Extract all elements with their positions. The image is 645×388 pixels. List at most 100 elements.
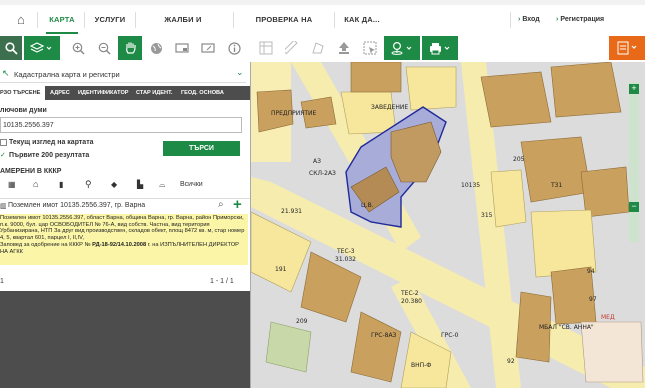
filter-icons: ▦ ⌂ ▮ ⚲ ◆ ▙ ⌓ Всички bbox=[8, 179, 248, 192]
zoom-minus-button[interactable]: − bbox=[629, 202, 639, 212]
map-label: 20.380 bbox=[401, 298, 422, 305]
map-label: 31.032 bbox=[335, 256, 356, 263]
nav-divider bbox=[84, 12, 85, 28]
tab-geodetic-base[interactable]: ГЕОД. ОСНОВА bbox=[181, 90, 224, 96]
login-label: Вход bbox=[522, 16, 540, 23]
map-label: 191 bbox=[275, 266, 287, 273]
nav-divider bbox=[334, 12, 335, 28]
panel-footer bbox=[0, 291, 250, 388]
search-icon[interactable] bbox=[0, 36, 22, 60]
layer-dropdown-label: Кадастрална карта и регистри bbox=[14, 70, 120, 79]
map-label: 209 bbox=[296, 318, 308, 325]
map-label: ЗАВЕДЕНИЕ bbox=[371, 104, 409, 111]
login-link[interactable]: › Вход bbox=[518, 5, 540, 34]
zoom-to-result-icon[interactable]: ⌕ bbox=[218, 199, 224, 210]
home-icon[interactable]: ⌂ bbox=[8, 5, 34, 34]
ruler-icon[interactable] bbox=[280, 36, 304, 60]
map-label: 94 bbox=[587, 268, 595, 275]
chevron-right-icon: › bbox=[556, 16, 559, 23]
print-icon[interactable] bbox=[422, 36, 458, 60]
polygon-filter-icon[interactable]: ⌓ bbox=[159, 180, 165, 190]
page-range: 1 - 1 / 1 bbox=[210, 278, 234, 285]
window-ext-icon[interactable] bbox=[196, 36, 220, 60]
map-label: Ц.В. bbox=[361, 202, 374, 209]
result-grid-icon: ▥ bbox=[0, 203, 7, 210]
pin-filter-icon[interactable]: ⚲ bbox=[85, 179, 92, 190]
map-label: ПРЕДПРИЯТИЕ bbox=[271, 110, 317, 117]
page-number: 1 bbox=[0, 278, 4, 285]
found-title: АМЕРЕНИ В КККР bbox=[0, 168, 62, 175]
tab-address[interactable]: АДРЕС bbox=[50, 90, 70, 96]
nav-divider bbox=[37, 12, 38, 28]
layer-dropdown[interactable]: ↖ Кадастрална карта и регистри ⌄ bbox=[0, 66, 246, 83]
nav-tab-services[interactable]: УСЛУГИ bbox=[90, 5, 130, 34]
location-icon[interactable] bbox=[384, 36, 420, 60]
current-view-checkbox[interactable] bbox=[0, 139, 7, 146]
select-icon[interactable] bbox=[358, 36, 382, 60]
grid-icon[interactable] bbox=[254, 36, 278, 60]
nav-tab-how-to[interactable]: КАК ДА... bbox=[340, 5, 384, 34]
map-toolbar bbox=[0, 34, 645, 63]
nav-tab-status-check[interactable]: ПРОВЕРКА НА СТАТУС bbox=[240, 5, 328, 54]
menu-icon[interactable] bbox=[609, 36, 645, 60]
map-label: ТЕС-3 bbox=[337, 248, 355, 255]
nav-divider bbox=[233, 12, 234, 28]
chevron-right-icon: › bbox=[518, 16, 521, 23]
first-200-label: Първите 200 резултата bbox=[9, 152, 90, 159]
result-description: Поземлен имот 10135.2556.397, област Вар… bbox=[0, 215, 245, 242]
map-label: Т31 bbox=[551, 182, 563, 189]
result-order-prefix: Заповед за одобрение на КККР № bbox=[0, 241, 93, 248]
window-icon[interactable] bbox=[170, 36, 194, 60]
map-label: 92 bbox=[507, 358, 515, 365]
map-label: 21.931 bbox=[281, 208, 302, 215]
current-view-label: Текущ изглед на картата bbox=[9, 139, 94, 146]
tab-free-search[interactable]: РЗО ТЪРСЕНЕ bbox=[0, 90, 40, 96]
map-label: 315 bbox=[481, 212, 493, 219]
house-filter-icon[interactable]: ⌂ bbox=[33, 179, 38, 189]
cadastral-map[interactable]: ПРЕДПРИЯТИЕ ЗАВЕДЕНИЕ АЗ СКЛ-2АЗ 205 101… bbox=[251, 62, 645, 388]
search-button[interactable]: ТЪРСИ bbox=[163, 141, 240, 156]
zoom-out-icon[interactable] bbox=[92, 36, 116, 60]
map-label: 97 bbox=[589, 296, 597, 303]
result-title: Поземлен имот 10135.2556.397, гр. Варна bbox=[8, 202, 146, 209]
result-header: ▥ Поземлен имот 10135.2556.397, гр. Варн… bbox=[0, 196, 250, 213]
check-icon[interactable]: ✓ bbox=[0, 151, 6, 159]
map-label: 205 bbox=[513, 156, 525, 163]
nav-tab-complaints[interactable]: ЖАЛБИ И ВЪЗРАЖЕНИЯ bbox=[140, 5, 226, 54]
level-filter-icon[interactable]: ▙ bbox=[137, 180, 143, 189]
hand-icon[interactable] bbox=[118, 36, 142, 60]
map-label: МЕД bbox=[601, 314, 615, 321]
result-order-number: РД-18-92/14.10.2008 bbox=[92, 241, 147, 248]
search-tabs: РЗО ТЪРСЕНЕ АДРЕС ИДЕНТИФИКАТОР СТАР ИДЕ… bbox=[0, 86, 250, 100]
globe-icon[interactable] bbox=[144, 36, 168, 60]
map-label: ВНП-Ф bbox=[411, 362, 432, 369]
add-result-icon[interactable]: + bbox=[233, 196, 242, 213]
map-label: ГРС-8АЗ bbox=[371, 332, 397, 339]
chevron-down-icon: ⌄ bbox=[236, 67, 244, 77]
layers-filter-icon[interactable]: ◆ bbox=[111, 180, 117, 189]
area-icon[interactable] bbox=[306, 36, 330, 60]
result-card[interactable]: Поземлен имот 10135.2556.397, област Вар… bbox=[0, 214, 248, 265]
keywords-input[interactable] bbox=[0, 117, 242, 133]
tab-old-identifier[interactable]: СТАР ИДЕНТ. bbox=[136, 90, 172, 96]
info-icon[interactable] bbox=[222, 36, 246, 60]
register-label: Регистрация bbox=[560, 16, 605, 23]
nav-divider bbox=[510, 12, 511, 28]
upload-icon[interactable] bbox=[332, 36, 356, 60]
nav-tab-map[interactable]: КАРТА bbox=[46, 5, 78, 34]
tab-identifier[interactable]: ИДЕНТИФИКАТОР bbox=[78, 90, 129, 96]
layers-icon[interactable] bbox=[24, 36, 60, 60]
zoom-in-icon[interactable] bbox=[66, 36, 90, 60]
map-label: АЗ bbox=[313, 158, 321, 165]
keywords-label: лючови думи bbox=[0, 107, 47, 114]
grid-filter-icon[interactable]: ▦ bbox=[8, 180, 16, 189]
zoom-plus-button[interactable]: + bbox=[629, 84, 639, 94]
pointer-icon: ↖ bbox=[2, 68, 10, 78]
map-label: ТЕС-2 bbox=[401, 290, 419, 297]
register-link[interactable]: › Регистрация bbox=[556, 5, 604, 34]
building-filter-icon[interactable]: ▮ bbox=[59, 180, 63, 189]
top-navigation: ⌂ КАРТА УСЛУГИ ЖАЛБИ И ВЪЗРАЖЕНИЯ ПРОВЕР… bbox=[0, 0, 645, 54]
map-label: СКЛ-2АЗ bbox=[309, 170, 336, 177]
all-filter-label[interactable]: Всички bbox=[180, 181, 203, 188]
map-label: ГРС-0 bbox=[441, 332, 459, 339]
